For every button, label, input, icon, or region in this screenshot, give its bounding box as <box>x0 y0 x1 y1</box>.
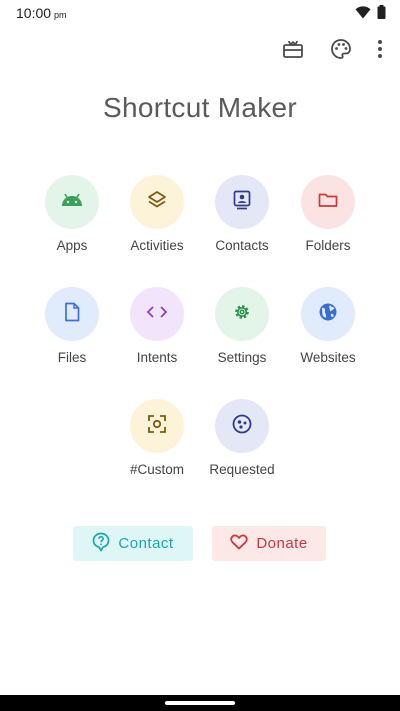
scan-focus-icon <box>147 414 167 439</box>
grid-label-settings: Settings <box>217 350 267 365</box>
grid-label-folders: Folders <box>305 238 351 253</box>
folders-circle <box>301 175 355 229</box>
file-icon <box>64 302 80 327</box>
status-time-value: 10:00 <box>16 5 52 21</box>
grid-item-activities[interactable]: Activities <box>112 175 202 253</box>
grid-item-folders[interactable]: Folders <box>283 175 373 253</box>
files-circle <box>45 287 99 341</box>
grid-label-files: Files <box>57 350 87 365</box>
gift-card-icon <box>282 39 304 64</box>
status-time-ampm: pm <box>54 10 67 20</box>
grid-label-apps: Apps <box>56 238 88 253</box>
custom-circle <box>130 399 184 453</box>
websites-circle <box>301 287 355 341</box>
grid-item-intents[interactable]: Intents <box>112 287 202 365</box>
navigation-bar <box>0 695 400 711</box>
donate-button[interactable]: Donate <box>212 526 326 561</box>
grid-label-requested: Requested <box>209 462 275 477</box>
contacts-circle <box>215 175 269 229</box>
layers-icon <box>147 190 167 215</box>
grid-label-contacts: Contacts <box>215 238 269 253</box>
contact-button[interactable]: Contact <box>73 526 193 561</box>
grid-item-apps[interactable]: Apps <box>27 175 117 253</box>
requested-circle <box>215 399 269 453</box>
grid-item-contacts[interactable]: Contacts <box>197 175 287 253</box>
home-gesture-handle[interactable] <box>165 701 235 705</box>
more-options-button[interactable] <box>372 38 388 64</box>
face-cookie-icon <box>232 414 252 439</box>
settings-circle <box>215 287 269 341</box>
help-bubble-icon <box>92 532 110 556</box>
status-bar: 10:00 pm <box>0 0 400 26</box>
grid-item-files[interactable]: Files <box>27 287 117 365</box>
grid-label-intents: Intents <box>136 350 178 365</box>
grid-item-websites[interactable]: Websites <box>283 287 373 365</box>
gear-icon <box>232 302 252 327</box>
globe-icon <box>318 302 338 327</box>
theme-button[interactable] <box>324 38 358 64</box>
palette-icon <box>330 38 352 65</box>
more-vert-icon <box>377 39 383 64</box>
battery-icon <box>377 5 386 24</box>
folder-icon <box>318 192 338 213</box>
donate-button-label: Donate <box>256 535 308 552</box>
code-icon <box>146 305 168 324</box>
grid-label-custom: #Custom <box>129 462 185 477</box>
grid-item-custom[interactable]: #Custom <box>112 399 202 477</box>
page-title: Shortcut Maker <box>102 92 298 123</box>
apps-circle <box>45 175 99 229</box>
gift-card-button[interactable] <box>276 38 310 64</box>
heart-icon <box>230 534 248 554</box>
grid-item-settings[interactable]: Settings <box>197 287 287 365</box>
status-time: 10:00 pm <box>16 5 67 21</box>
activities-circle <box>130 175 184 229</box>
grid-item-requested[interactable]: Requested <box>197 399 287 477</box>
grid-label-activities: Activities <box>130 238 184 253</box>
contact-card-icon <box>233 190 251 215</box>
wifi-icon <box>355 5 371 24</box>
grid-label-websites: Websites <box>300 350 356 365</box>
android-icon <box>60 192 84 213</box>
intents-circle <box>130 287 184 341</box>
contact-button-label: Contact <box>118 535 174 552</box>
